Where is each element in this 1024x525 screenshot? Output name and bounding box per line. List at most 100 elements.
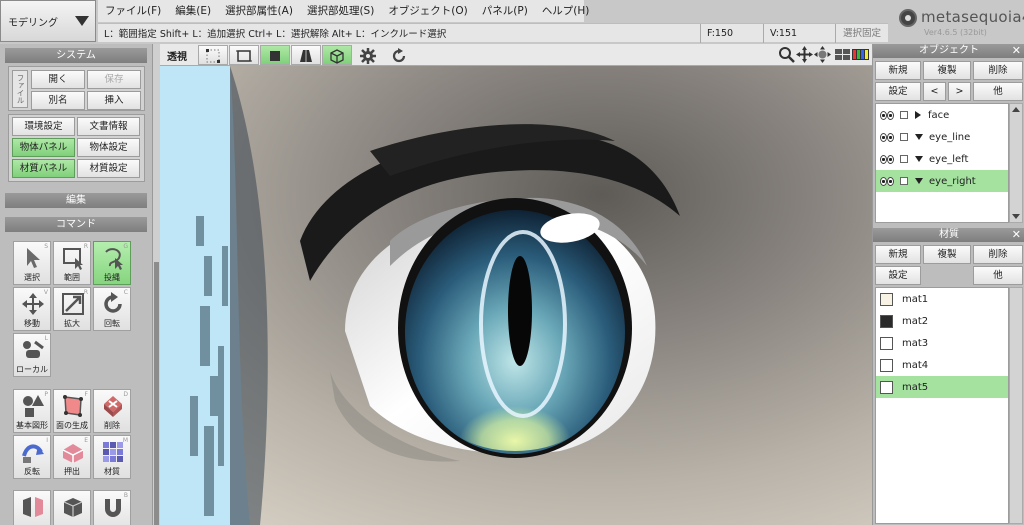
scroll-up-icon[interactable] [1012,107,1020,112]
tool-flip[interactable]: I 反転 [13,435,51,479]
delete-object-button[interactable]: 削除 [973,61,1023,80]
object-panel-toggle[interactable]: 物体パネル [12,138,75,157]
material-list-scrollbar[interactable] [1009,287,1023,524]
visibility-eye-icon[interactable] [880,111,894,120]
material-item-mat2[interactable]: mat2 [876,310,1008,332]
refresh-view-button[interactable] [384,45,414,65]
menu-selection-process[interactable]: 選択部処理(S) [300,0,381,22]
color-bars-icon[interactable] [852,46,869,63]
tool-magnet[interactable]: B [93,490,131,525]
object-settings-button[interactable]: 設定 [875,82,921,101]
orbit-icon[interactable] [814,46,831,63]
visibility-eye-icon[interactable] [880,133,894,142]
object-item-face[interactable]: face [876,104,1008,126]
open-button[interactable]: 開く [31,70,85,89]
next-object-button[interactable]: > [948,82,971,101]
objects-panel-header: オブジェクト ✕ [873,44,1024,58]
tool-lasso[interactable]: G 投縄 [93,241,131,285]
insert-button[interactable]: 挿入 [87,91,141,110]
3d-viewport[interactable] [160,66,872,525]
save-as-button[interactable]: 別名 [31,91,85,110]
previous-object-button[interactable]: < [923,82,946,101]
scroll-down-icon[interactable] [1012,214,1020,219]
object-display-toggle[interactable] [322,45,352,65]
create-face-icon [63,395,83,417]
menu-help[interactable]: ヘルプ(H) [535,0,597,22]
tool-primitive[interactable]: P 基本図形 [13,389,51,433]
wireframe-display-toggle[interactable] [229,45,259,65]
duplicate-object-button[interactable]: 複製 [923,61,971,80]
tool-create-face[interactable]: F 面の生成 [53,389,91,433]
tool-material[interactable]: M 材質 [93,435,131,479]
lock-checkbox[interactable] [900,155,908,163]
material-settings-button[interactable]: 設定 [875,266,921,285]
material-name: mat4 [902,359,929,371]
primitive-shapes-icon [23,395,44,417]
lock-checkbox[interactable] [900,111,908,119]
object-other-button[interactable]: 他 [973,82,1023,101]
collapsed-arrow-icon[interactable] [915,111,921,119]
expanded-arrow-icon[interactable] [915,156,923,162]
flip-icon [22,444,44,463]
object-name: eye_right [929,175,976,187]
pan-arrows-icon[interactable] [796,46,813,63]
new-material-button[interactable]: 新規 [875,245,921,264]
tool-mirror[interactable] [13,490,51,525]
expanded-arrow-icon[interactable] [915,178,923,184]
material-panel-toggle[interactable]: 材質パネル [12,159,75,178]
duplicate-material-button[interactable]: 複製 [923,245,971,264]
object-settings-button[interactable]: 物体設定 [77,138,140,157]
tool-scale[interactable]: R 拡大 [53,287,91,331]
tool-range[interactable]: R 範囲 [53,241,91,285]
object-item-eye-right[interactable]: eye_right [876,170,1008,192]
visibility-eye-icon[interactable] [880,155,894,164]
command-header[interactable]: コマンド [5,217,147,232]
system-header[interactable]: システム [5,48,147,63]
document-info-button[interactable]: 文書情報 [77,117,140,136]
menu-object[interactable]: オブジェクト(O) [381,0,474,22]
material-item-mat1[interactable]: mat1 [876,288,1008,310]
menu-edit[interactable]: 編集(E) [168,0,218,22]
environment-settings-button[interactable]: 環境設定 [12,117,75,136]
zoom-icon[interactable] [778,46,795,63]
multi-view-icon[interactable] [835,46,851,63]
lock-checkbox[interactable] [900,133,908,141]
visibility-eye-icon[interactable] [880,177,894,186]
delete-material-button[interactable]: 削除 [973,245,1023,264]
tool-delete[interactable]: D 削除 [93,389,131,433]
menu-selection-attributes[interactable]: 選択部属性(A) [218,0,300,22]
material-item-mat5[interactable]: mat5 [876,376,1008,398]
perspective-toggle[interactable]: 透視 [167,48,187,63]
edit-header[interactable]: 編集 [5,193,147,208]
expanded-arrow-icon[interactable] [915,134,923,140]
object-list-scrollbar[interactable] [1009,103,1023,223]
menu-file[interactable]: ファイル(F) [98,0,168,22]
object-item-eye-left[interactable]: eye_left [876,148,1008,170]
left-panel-scrollbar[interactable] [153,44,160,525]
close-icon[interactable]: ✕ [1012,228,1021,242]
face-display-toggle[interactable] [260,45,290,65]
material-settings-button[interactable]: 材質設定 [77,159,140,178]
save-button[interactable]: 保存 [87,70,141,89]
perspective-face-toggle[interactable] [291,45,321,65]
close-icon[interactable]: ✕ [1012,44,1021,58]
select-fix-button[interactable]: 選択固定 [835,23,888,43]
material-item-mat4[interactable]: mat4 [876,354,1008,376]
tool-move[interactable]: V 移動 [13,287,51,331]
material-item-mat3[interactable]: mat3 [876,332,1008,354]
tool-rotate[interactable]: C 回転 [93,287,131,331]
scrollbar-thumb[interactable] [154,262,159,525]
mode-dropdown[interactable]: モデリング [0,0,96,42]
menu-panel[interactable]: パネル(P) [475,0,535,22]
material-other-button[interactable]: 他 [973,266,1023,285]
new-object-button[interactable]: 新規 [875,61,921,80]
tool-extrude[interactable]: E 押出 [53,435,91,479]
lock-checkbox[interactable] [900,177,908,185]
tool-select[interactable]: S 選択 [13,241,51,285]
file-tab[interactable]: ファイル [12,70,28,108]
tool-local[interactable]: L ローカル [13,333,51,377]
tool-box[interactable] [53,490,91,525]
object-item-eye-line[interactable]: eye_line [876,126,1008,148]
view-settings-button[interactable] [353,45,383,65]
vertex-display-toggle[interactable] [198,45,228,65]
